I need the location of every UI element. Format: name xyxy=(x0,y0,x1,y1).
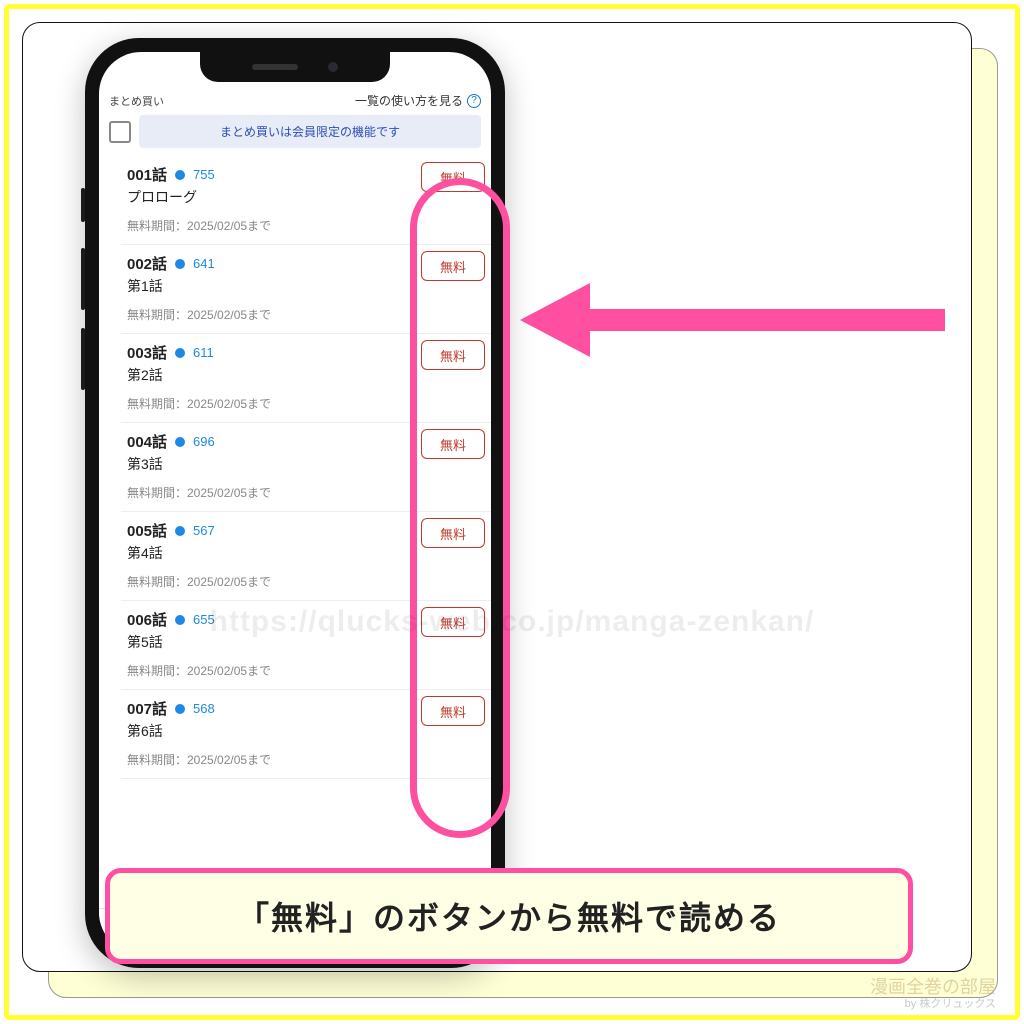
episode-list-item[interactable]: 002話641第1話無料期間：2025/02/05まで無料 xyxy=(121,245,491,334)
bulk-buy-label: まとめ買い xyxy=(109,93,164,109)
bulk-buy-checkbox[interactable] xyxy=(109,121,131,143)
episode-number: 007話 xyxy=(127,698,167,719)
free-period-text: 無料期間：2025/02/05まで xyxy=(127,573,485,590)
free-period-text: 無料期間：2025/02/05まで xyxy=(127,217,485,234)
free-read-button[interactable]: 無料 xyxy=(421,340,485,370)
phone-notch xyxy=(200,52,390,82)
comment-count: 696 xyxy=(193,434,215,449)
episode-number: 005話 xyxy=(127,520,167,541)
free-period-text: 無料期間：2025/02/05まで xyxy=(127,751,485,768)
comment-dot-icon xyxy=(175,348,185,358)
comment-count: 611 xyxy=(193,345,214,360)
comment-dot-icon xyxy=(175,704,185,714)
episode-list[interactable]: 001話755プロローグ無料期間：2025/02/05まで無料002話641第1… xyxy=(99,156,491,908)
free-read-button[interactable]: 無料 xyxy=(421,518,485,548)
credit-watermark: 漫画全巻の部屋 by 株クリュックス xyxy=(870,978,996,1010)
free-read-button[interactable]: 無料 xyxy=(421,162,485,192)
episode-list-item[interactable]: 007話568第6話無料期間：2025/02/05まで無料 xyxy=(121,690,491,779)
phone-frame: まとめ買い 一覧の使い方を見る ? まとめ買いは会員限定の機能です 001話 75… xyxy=(85,38,505,968)
comment-count: 641 xyxy=(193,256,215,271)
member-only-banner: まとめ買いは会員限定の機能です xyxy=(139,115,481,148)
episode-number: 003話 xyxy=(127,342,167,363)
comment-count: 755 xyxy=(193,167,215,182)
episode-list-item[interactable]: 001話755プロローグ無料期間：2025/02/05まで無料 xyxy=(121,156,491,245)
free-read-button[interactable]: 無料 xyxy=(421,607,485,637)
episode-list-item[interactable]: 004話696第3話無料期間：2025/02/05まで無料 xyxy=(121,423,491,512)
question-icon: ? xyxy=(467,94,481,108)
episode-number: 006話 xyxy=(127,609,167,630)
episode-number: 002話 xyxy=(127,253,167,274)
comment-count: 568 xyxy=(193,701,215,716)
free-read-button[interactable]: 無料 xyxy=(421,251,485,281)
free-period-text: 無料期間：2025/02/05まで xyxy=(127,662,485,679)
usage-guide-link[interactable]: 一覧の使い方を見る ? xyxy=(355,92,481,109)
phone-screen: まとめ買い 一覧の使い方を見る ? まとめ買いは会員限定の機能です 001話 75… xyxy=(99,52,491,954)
free-read-button[interactable]: 無料 xyxy=(421,696,485,726)
comment-dot-icon xyxy=(175,615,185,625)
free-read-button[interactable]: 無料 xyxy=(421,429,485,459)
comment-dot-icon xyxy=(175,437,185,447)
episode-list-item[interactable]: 005話567第4話無料期間：2025/02/05まで無料 xyxy=(121,512,491,601)
episode-list-item[interactable]: 003話611第2話無料期間：2025/02/05まで無料 xyxy=(121,334,491,423)
annotation-callout: 「無料」のボタンから無料で読める xyxy=(105,868,913,964)
free-period-text: 無料期間：2025/02/05まで xyxy=(127,484,485,501)
comment-dot-icon xyxy=(175,170,185,180)
episode-number: 001話 xyxy=(127,164,167,185)
comment-count: 567 xyxy=(193,523,215,538)
free-period-text: 無料期間：2025/02/05まで xyxy=(127,395,485,412)
free-period-text: 無料期間：2025/02/05まで xyxy=(127,306,485,323)
episode-list-item[interactable]: 006話655第5話無料期間：2025/02/05まで無料 xyxy=(121,601,491,690)
episode-number: 004話 xyxy=(127,431,167,452)
comment-dot-icon xyxy=(175,526,185,536)
comment-count: 655 xyxy=(193,612,215,627)
comment-dot-icon xyxy=(175,259,185,269)
